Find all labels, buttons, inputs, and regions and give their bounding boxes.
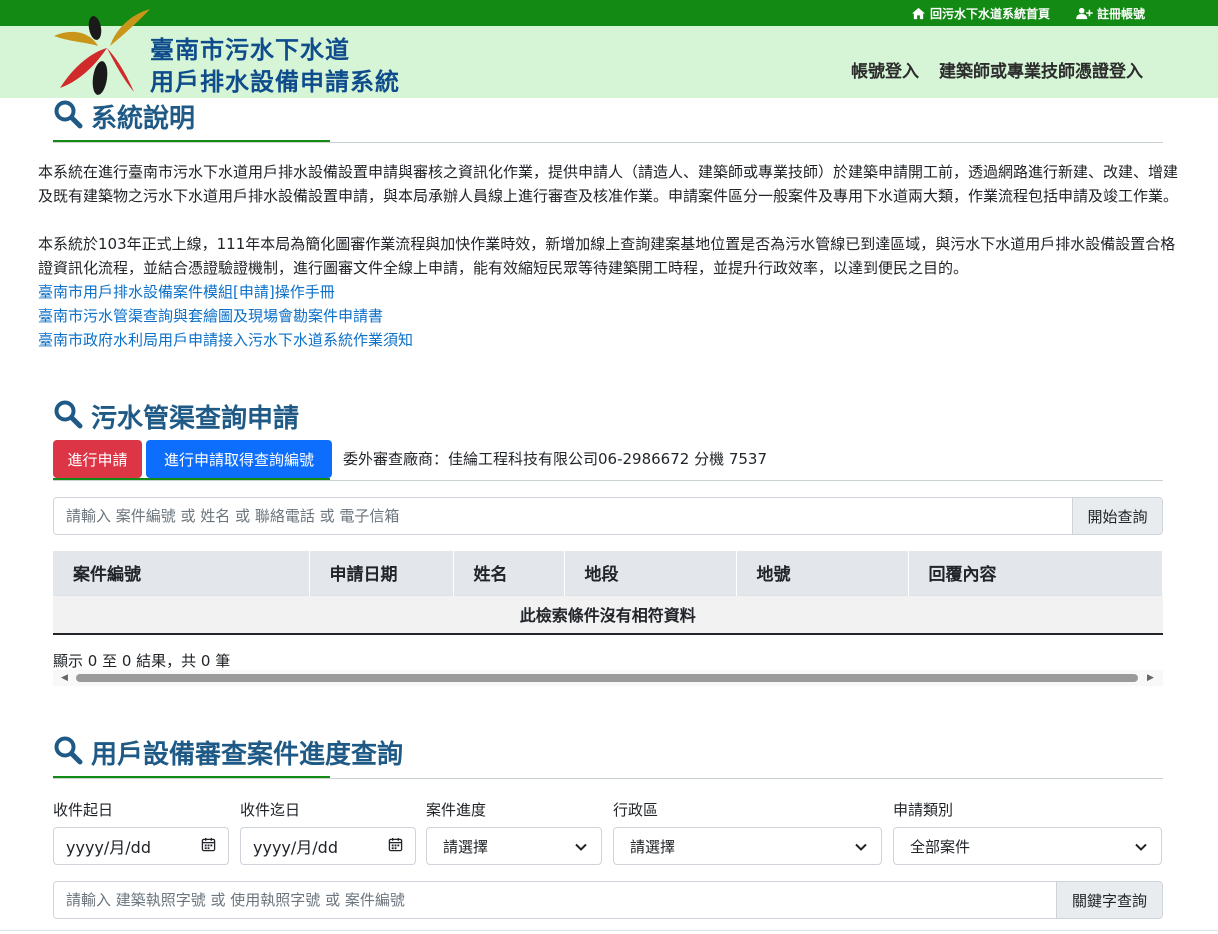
- link-operation-manual[interactable]: 臺南市用戶排水設備案件模組[申請]操作手冊: [38, 281, 335, 302]
- table-horizontal-scrollbar[interactable]: ◀ ▶: [53, 670, 1163, 686]
- link-sewer-query-application-form[interactable]: 臺南市污水管渠查詢與套繪圖及現場會勘案件申請書: [38, 305, 383, 326]
- col-name[interactable]: 姓名: [453, 551, 565, 595]
- progress-select-value: 請選擇: [443, 837, 489, 856]
- apply-get-query-number-button[interactable]: 進行申請取得查詢編號: [146, 440, 332, 478]
- case-search-group: 開始查詢: [53, 497, 1163, 535]
- apply-type-select-value: 全部案件: [910, 837, 971, 856]
- progress-select[interactable]: 請選擇: [426, 827, 602, 865]
- nav-account-login[interactable]: 帳號登入: [851, 57, 919, 82]
- table-info: 顯示 0 至 0 結果，共 0 筆: [53, 652, 231, 670]
- search-icon: [53, 99, 83, 133]
- register-link-label: 註冊帳號: [1097, 7, 1146, 21]
- chevron-down-icon: [1135, 837, 1147, 855]
- scroll-left-icon[interactable]: ◀: [61, 673, 68, 683]
- divider-accent: [53, 478, 330, 480]
- home-link-label: 回污水下水道系統首頁: [930, 7, 1051, 21]
- empty-table-message: 此檢索條件沒有相符資料: [53, 594, 1163, 635]
- divider: [53, 142, 1163, 143]
- col-case-number[interactable]: 案件編號: [53, 551, 310, 595]
- keyword-search-input[interactable]: [54, 882, 1056, 918]
- intro-paragraph-2: 本系統於103年正式上線，111年本局為簡化圖審作業流程與加快作業時效，新增加線…: [38, 235, 1176, 277]
- table-header-row: 案件編號 申請日期 姓名 地段 地號 回覆內容: [53, 551, 1163, 595]
- register-link[interactable]: 註冊帳號: [1076, 5, 1145, 22]
- calendar-icon[interactable]: [388, 837, 403, 856]
- chevron-down-icon: [575, 837, 587, 855]
- site-title-line1: 臺南市污水下水道: [150, 36, 350, 64]
- divider-accent: [53, 140, 330, 142]
- date-to-input[interactable]: yyyy/月/dd: [240, 827, 416, 865]
- scrollbar-thumb[interactable]: [76, 674, 1138, 682]
- apply-button[interactable]: 進行申請: [53, 440, 142, 478]
- label-progress: 案件進度: [426, 801, 487, 819]
- case-results-table: 案件編號 申請日期 姓名 地段 地號 回覆內容 此檢索條件沒有相符資料: [53, 551, 1163, 635]
- home-icon: [911, 7, 926, 20]
- divider: [53, 778, 1163, 779]
- home-link[interactable]: 回污水下水道系統首頁: [911, 5, 1050, 22]
- search-icon: [53, 735, 83, 769]
- page-bottom-divider: [0, 930, 1218, 931]
- user-plus-icon: [1076, 7, 1093, 20]
- search-icon: [53, 399, 83, 433]
- site-logo[interactable]: [52, 6, 152, 98]
- col-land-number[interactable]: 地號: [736, 551, 909, 595]
- col-land-section[interactable]: 地段: [564, 551, 737, 595]
- section-title: 用戶設備審查案件進度查詢: [91, 739, 404, 770]
- case-search-input[interactable]: [54, 498, 1072, 534]
- district-select[interactable]: 請選擇: [613, 827, 882, 865]
- site-title-line2: 用戶排水設備申請系統: [150, 68, 400, 96]
- intro-paragraph-1: 本系統在進行臺南市污水下水道用戶排水設備設置申請與審核之資訊化作業，提供申請人（…: [38, 163, 1179, 205]
- scroll-right-icon[interactable]: ▶: [1147, 673, 1154, 683]
- start-search-button[interactable]: 開始查詢: [1072, 498, 1162, 534]
- divider-accent: [53, 776, 330, 778]
- date-from-input[interactable]: yyyy/月/dd: [53, 827, 229, 865]
- chevron-down-icon: [855, 837, 867, 855]
- label-apply-type: 申請類別: [893, 801, 954, 819]
- col-reply-content[interactable]: 回覆內容: [908, 551, 1163, 595]
- section-title: 系統說明: [91, 103, 196, 134]
- col-apply-date[interactable]: 申請日期: [309, 551, 454, 595]
- table-row: 此檢索條件沒有相符資料: [53, 594, 1163, 635]
- apply-type-select[interactable]: 全部案件: [893, 827, 1162, 865]
- keyword-search-group: 關鍵字查詢: [53, 881, 1163, 919]
- nav-certificate-login[interactable]: 建築師或專業技師憑證登入: [939, 57, 1143, 82]
- calendar-icon[interactable]: [201, 837, 216, 856]
- label-date-from: 收件起日: [53, 801, 114, 819]
- section-progress-query-heading: 用戶設備審查案件進度查詢: [53, 735, 404, 770]
- divider: [53, 480, 1163, 481]
- label-district: 行政區: [613, 801, 659, 819]
- date-from-value: yyyy/月/dd: [66, 838, 151, 857]
- link-connection-guidelines[interactable]: 臺南市政府水利局用戶申請接入污水下水道系統作業須知: [38, 329, 413, 350]
- date-to-value: yyyy/月/dd: [253, 838, 338, 857]
- label-date-to: 收件迄日: [240, 801, 301, 819]
- section-sewer-query-heading: 污水管渠查詢申請: [53, 399, 300, 434]
- top-bar: 回污水下水道系統首頁 註冊帳號: [0, 0, 1218, 26]
- keyword-search-button[interactable]: 關鍵字查詢: [1056, 882, 1162, 918]
- vendor-info: 委外審查廠商：佳綸工程科技有限公司06-2986672 分機 7537: [343, 450, 768, 468]
- section-title: 污水管渠查詢申請: [91, 403, 300, 434]
- section-system-description-heading: 系統說明: [53, 99, 196, 134]
- district-select-value: 請選擇: [630, 837, 676, 856]
